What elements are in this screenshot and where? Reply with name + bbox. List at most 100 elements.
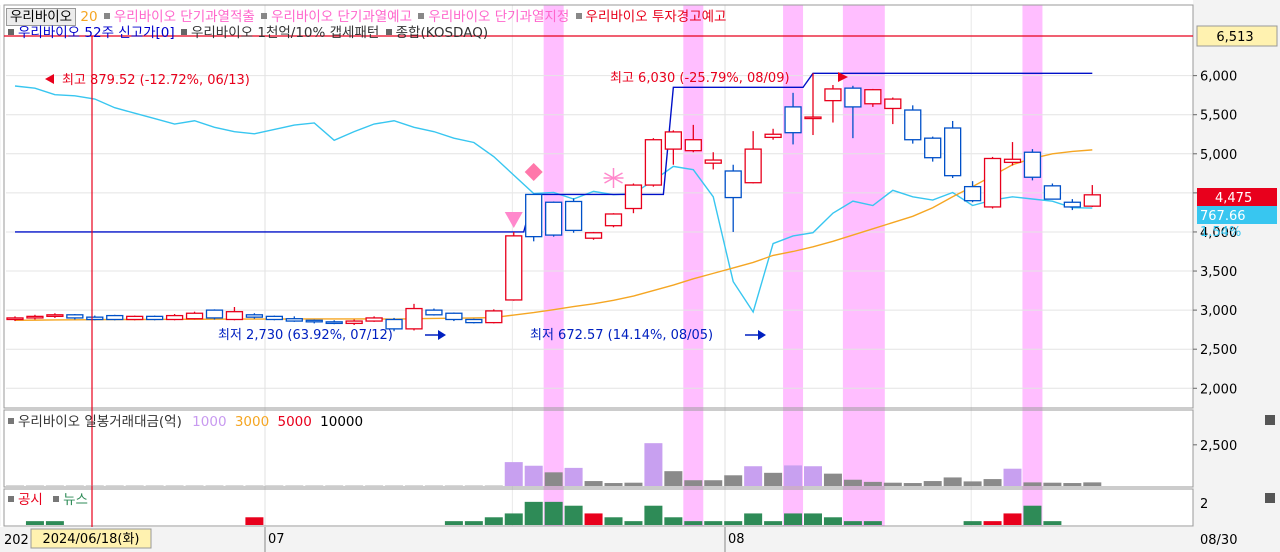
kosdaq-value-label: 767.66 — [1200, 209, 1246, 224]
volume-bar — [923, 481, 942, 486]
volume-bar — [724, 475, 743, 486]
volume-bar — [664, 471, 683, 486]
candle — [485, 309, 503, 324]
candle-body — [445, 312, 463, 321]
legend-item-kosdaq: 종합(KOSDAQ) — [395, 25, 489, 41]
highlight-band — [543, 5, 564, 526]
candle-body — [644, 139, 663, 186]
candle-body — [26, 315, 44, 319]
news-bar — [25, 521, 44, 525]
candle-body — [325, 321, 343, 325]
candle-body — [664, 131, 682, 150]
volume-bar — [564, 467, 583, 486]
news-bar — [524, 501, 543, 525]
candle-body — [584, 232, 603, 239]
candle — [624, 183, 643, 214]
news-bar — [604, 517, 623, 525]
candle-body — [185, 312, 204, 320]
candle-body — [924, 137, 942, 159]
news-bar — [843, 521, 862, 525]
candle — [864, 88, 882, 107]
candle-body — [764, 133, 782, 139]
candle-body — [126, 315, 144, 321]
x-month-label-jul: 07 — [268, 532, 285, 547]
ma-period-label: 20 — [80, 9, 98, 25]
candle-body — [624, 184, 643, 210]
news-bar — [484, 517, 503, 525]
volume-close-icon — [1265, 415, 1275, 425]
volume-bar — [584, 481, 603, 486]
candle-body — [505, 235, 523, 301]
candle — [505, 231, 523, 301]
candle-body — [1083, 194, 1101, 207]
volume-level-3000: 3000 — [234, 414, 270, 430]
news-bar — [504, 513, 523, 525]
volume-bar — [624, 482, 643, 486]
candle — [106, 314, 124, 321]
candle-body — [824, 88, 842, 102]
volume-bar — [1003, 468, 1022, 486]
main-legend-row1: 우리바이오 20 우리바이오 단기과열적출 우리바이오 단기과열예고 우리바이오… — [6, 8, 726, 26]
candle — [165, 314, 184, 321]
candle-body — [1043, 185, 1062, 200]
candle-body — [724, 170, 742, 199]
volume-tick-label: 2,500 — [1200, 439, 1237, 454]
volume-bar — [963, 481, 982, 486]
candle-body — [165, 314, 184, 321]
legend-item-warning-notice: 우리바이오 투자경고예고 — [585, 9, 727, 25]
news-bar — [684, 521, 703, 525]
volume-bar — [744, 466, 763, 486]
legend-item-overheat-extract: 우리바이오 단기과열적출 — [113, 9, 255, 25]
candle-body — [744, 148, 762, 184]
candle-body — [545, 201, 563, 236]
volume-bar — [544, 472, 563, 486]
news-legend-label: 뉴스 — [63, 492, 88, 508]
candle-body — [245, 314, 264, 318]
news-tick-label: 2 — [1200, 497, 1208, 512]
news-bar — [784, 513, 803, 525]
candle-body — [66, 314, 84, 319]
candle — [465, 318, 483, 324]
y-tick-label: 5,500 — [1200, 109, 1237, 124]
highlight-band — [842, 5, 885, 526]
candle-body — [864, 89, 882, 105]
news-bar — [983, 521, 1002, 525]
notice-legend: 공시 — [18, 492, 43, 508]
candle — [265, 315, 284, 321]
annotation-low-kosdaq: 최저 672.57 (14.14%, 08/05) — [530, 328, 713, 343]
volume-bar — [524, 465, 543, 486]
candle — [185, 311, 204, 320]
candle — [145, 315, 164, 321]
legend-item-52w-high: 우리바이오 52주 신고가[0] — [18, 25, 175, 41]
main-legend-row2: 우리바이오 52주 신고가[0] 우리바이오 1천억/10% 갭세패턴 종합(K… — [6, 25, 488, 41]
news-bar — [1043, 521, 1062, 525]
candle — [604, 213, 623, 228]
candle-body — [784, 106, 802, 134]
volume-bar — [504, 462, 523, 486]
y-tick-label: 3,000 — [1200, 304, 1237, 319]
x-month-label-aug: 08 — [728, 532, 745, 547]
news-bar — [804, 513, 822, 525]
volume-bar — [823, 473, 842, 486]
candle — [904, 105, 922, 144]
candle — [205, 309, 224, 320]
candle-body — [405, 307, 423, 330]
candle — [983, 156, 1002, 209]
highlight-band — [1022, 5, 1043, 526]
news-bar — [564, 505, 583, 525]
candle-body — [963, 185, 982, 202]
candle-body — [425, 309, 443, 316]
news-bar — [45, 521, 64, 525]
candle-body — [46, 314, 64, 318]
candle-body — [205, 309, 224, 319]
news-bar — [584, 513, 603, 525]
y-tick-label: 6,000 — [1200, 70, 1237, 85]
annotation-high-kosdaq: 최고 879.52 (-12.72%, 06/13) — [62, 73, 250, 88]
volume-level-1000: 1000 — [192, 414, 227, 430]
stock-name-button[interactable]: 우리바이오 — [6, 8, 77, 26]
y-tick-label: 2,000 — [1200, 382, 1237, 397]
candle-body — [465, 318, 483, 324]
news-bar — [544, 501, 563, 525]
news-bar — [963, 521, 982, 525]
news-legend: 공시 뉴스 — [6, 492, 88, 508]
